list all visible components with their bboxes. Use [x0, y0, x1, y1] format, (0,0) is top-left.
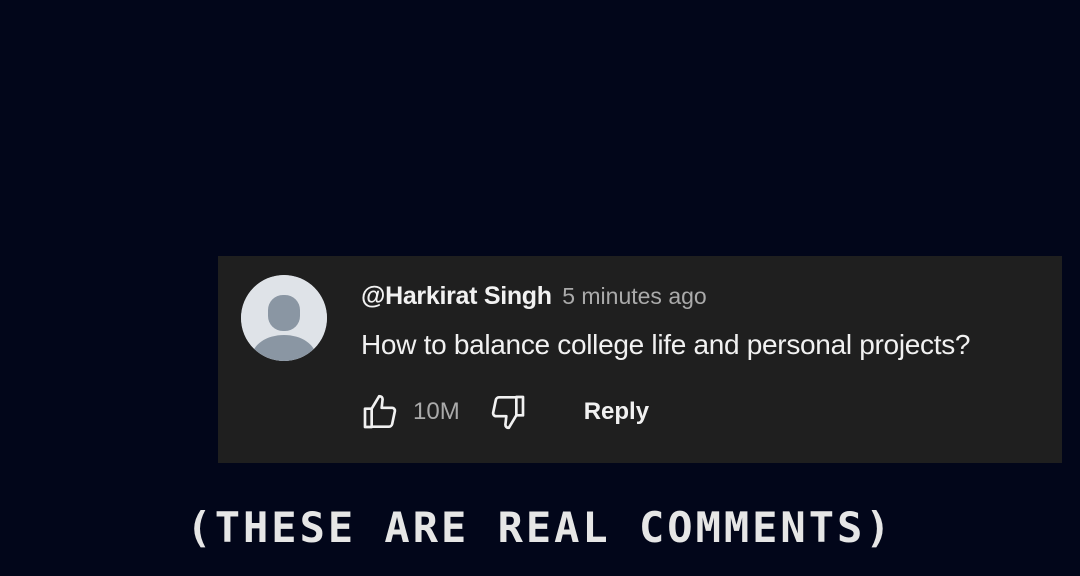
default-user-avatar-icon[interactable]: [241, 275, 327, 361]
caption-overlay: (THESE ARE REAL COMMENTS): [186, 503, 894, 552]
like-count: 10M: [413, 398, 460, 425]
comment-card: @Harkirat Singh 5 minutes ago How to bal…: [218, 256, 1062, 463]
comment-text: How to balance college life and personal…: [361, 329, 971, 360]
thumbs-up-icon[interactable]: [358, 390, 402, 434]
comment-body: @Harkirat Singh 5 minutes ago How to bal…: [361, 278, 1042, 361]
video-frame: @Harkirat Singh 5 minutes ago How to bal…: [0, 0, 1080, 576]
comment-author[interactable]: @Harkirat Singh: [361, 282, 552, 310]
thumbs-down-icon[interactable]: [486, 390, 530, 434]
comment-actions: 10M Reply: [358, 390, 649, 434]
reply-button[interactable]: Reply: [584, 398, 649, 426]
comment-timestamp[interactable]: 5 minutes ago: [562, 283, 706, 309]
comment-meta: @Harkirat Singh 5 minutes ago: [361, 278, 1042, 318]
